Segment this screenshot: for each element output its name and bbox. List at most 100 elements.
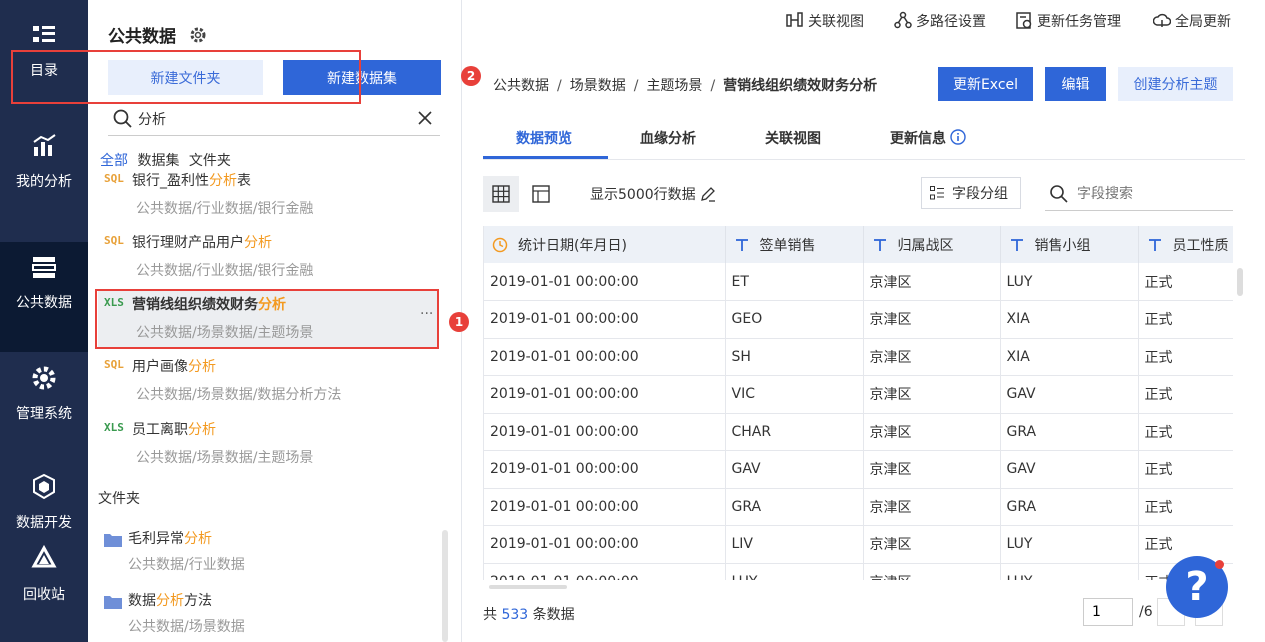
show-rows-setting[interactable]: 显示5000行数据 [590, 184, 716, 204]
data-preview-table: 统计日期(年月日) 签单销售 归属战区 销售小组 员工性质 2019-01-01… [483, 226, 1233, 580]
search-input[interactable] [138, 107, 398, 131]
table-row: 2019-01-01 00:00:00 ET 京津区 LUY 正式 [484, 263, 1233, 301]
table-row: 2019-01-01 00:00:00 VIC 京津区 GAV 正式 [484, 375, 1233, 414]
layout-view-toggle[interactable] [523, 176, 559, 212]
nav-item-public-data[interactable]: 公共数据 [0, 242, 88, 352]
table-row: 2019-01-01 00:00:00 GEO 京津区 XIA 正式 [484, 300, 1233, 339]
table-row: 2019-01-01 00:00:00 GRA 京津区 GRA 正式 [484, 488, 1233, 526]
notification-dot [1215, 560, 1224, 569]
nav-item-recycle[interactable]: 回收站 [0, 544, 88, 634]
table-cell: XIA [1000, 300, 1139, 339]
search-icon [1050, 185, 1068, 203]
table-cell: 2019-01-01 00:00:00 [484, 263, 726, 301]
page-number-input[interactable] [1083, 598, 1133, 626]
update-task-button[interactable]: 更新任务管理 [1015, 11, 1121, 31]
dataset-name: 银行_盈利性分析表 [132, 173, 251, 189]
table-row: 2019-01-01 00:00:00 GAV 京津区 GAV 正式 [484, 450, 1233, 489]
column-header[interactable]: 归属战区 [863, 226, 1001, 263]
recycle-icon [31, 544, 57, 568]
list-item[interactable]: XLS 员工离职分析 公共数据/场景数据/主题场景 [98, 415, 438, 473]
text-type-icon [735, 238, 748, 251]
table-cell: 京津区 [863, 525, 1001, 564]
column-header[interactable]: 销售小组 [1000, 226, 1139, 263]
column-header[interactable]: 签单销售 [725, 226, 864, 263]
table-cell: 2019-01-01 00:00:00 [484, 525, 726, 564]
table-cell: CHAR [725, 413, 864, 451]
table-cell: 2019-01-01 00:00:00 [484, 563, 726, 580]
tab-data-preview[interactable]: 数据预览 [516, 128, 572, 148]
table-cell: 京津区 [863, 413, 1001, 451]
table-cell: 2019-01-01 00:00:00 [484, 413, 726, 451]
create-topic-button[interactable]: 创建分析主题 [1118, 67, 1233, 101]
clock-icon [492, 237, 508, 252]
breadcrumb-item[interactable]: 公共数据 [493, 78, 549, 94]
table-cell: LUY [1000, 263, 1139, 301]
highlight-box-dataset [95, 289, 439, 349]
folder-name: 数据分析方法 [128, 593, 212, 609]
nav-item-my-analysis[interactable]: 我的分析 [0, 131, 88, 241]
table-cell: 正式 [1138, 375, 1233, 414]
folder-item[interactable]: 数据分析方法 公共数据/场景数据 [104, 588, 434, 642]
public-data-icon [32, 257, 56, 278]
update-excel-button[interactable]: 更新Excel [938, 67, 1033, 101]
tab-relation-view[interactable]: 关联视图 [765, 128, 821, 148]
list-item[interactable]: SQL 银行理财产品用户分析 公共数据/行业数据/银行金融 [98, 228, 438, 286]
top-toolbar: 关联视图 多路径设置 更新任务管理 全局更新 [463, 0, 1265, 42]
breadcrumb-item[interactable]: 场景数据 [570, 78, 626, 94]
nav-label: 我的分析 [16, 174, 72, 190]
dataset-path: 公共数据/场景数据/数据分析方法 [136, 387, 342, 403]
table-cell: GAV [1000, 450, 1139, 489]
cloud-icon [1153, 13, 1171, 27]
scrollbar-thumb[interactable] [489, 585, 567, 589]
edit-pencil-icon [701, 187, 716, 202]
edit-button[interactable]: 编辑 [1045, 67, 1106, 101]
table-cell: 京津区 [863, 263, 1001, 301]
table-cell: 京津区 [863, 300, 1001, 339]
text-type-icon [1010, 238, 1023, 251]
field-group-button[interactable]: 字段分组 [921, 177, 1021, 209]
highlight-box-buttons [11, 50, 361, 104]
dataset-name: 员工离职分析 [132, 422, 216, 438]
analysis-icon [33, 134, 56, 156]
folder-item[interactable]: 毛利异常分析 公共数据/行业数据 [104, 526, 434, 584]
global-update-button[interactable]: 全局更新 [1153, 11, 1231, 31]
nav-label: 公共数据 [16, 295, 72, 311]
table-cell: 2019-01-01 00:00:00 [484, 375, 726, 414]
nav-item-system[interactable]: 管理系统 [0, 363, 88, 473]
dataset-path: 公共数据/行业数据/银行金融 [136, 263, 314, 279]
preview-toolbar: 显示5000行数据 字段分组 [483, 176, 1245, 212]
system-gear-icon [32, 366, 56, 390]
table-cell: 京津区 [863, 488, 1001, 526]
column-header[interactable]: 员工性质 [1138, 226, 1233, 263]
table-cell: 京津区 [863, 450, 1001, 489]
multipath-icon [894, 11, 912, 29]
relation-view-button[interactable]: 关联视图 [786, 11, 864, 31]
grid-view-toggle[interactable] [483, 176, 519, 212]
table-horizontal-scrollbar[interactable] [483, 585, 1233, 589]
table-cell: 京津区 [863, 338, 1001, 376]
list-item[interactable]: SQL 银行_盈利性分析表 公共数据/行业数据/银行金融 [98, 166, 438, 224]
multipath-button[interactable]: 多路径设置 [894, 11, 986, 31]
content-tabs: 数据预览 血缘分析 关联视图 更新信息 [483, 116, 1245, 160]
table-cell: 正式 [1138, 263, 1233, 301]
table-vertical-scrollbar[interactable] [1237, 268, 1243, 296]
table-cell: GEO [725, 300, 864, 339]
text-type-icon [873, 238, 886, 251]
panel-title: 公共数据 [108, 27, 176, 47]
panel-scrollbar[interactable] [442, 530, 448, 642]
tab-update-info[interactable]: 更新信息 [890, 128, 966, 148]
info-icon[interactable] [950, 129, 966, 145]
table-cell: 正式 [1138, 300, 1233, 339]
folder-icon [104, 534, 122, 547]
table-cell: LUY [1000, 525, 1139, 564]
tab-lineage[interactable]: 血缘分析 [640, 128, 696, 148]
main-content: 关联视图 多路径设置 更新任务管理 全局更新 公共数据 / 场景数据 / 主题场… [463, 0, 1265, 642]
breadcrumb-item[interactable]: 主题场景 [646, 78, 702, 94]
close-icon[interactable] [416, 109, 434, 127]
gear-icon[interactable] [189, 26, 207, 44]
list-item[interactable]: SQL 用户画像分析 公共数据/场景数据/数据分析方法 [98, 352, 438, 410]
column-header[interactable]: 统计日期(年月日) [484, 226, 726, 263]
table-header-row: 统计日期(年月日) 签单销售 归属战区 销售小组 员工性质 [484, 226, 1233, 263]
field-search-input[interactable] [1077, 183, 1227, 205]
table-cell: GAV [725, 450, 864, 489]
